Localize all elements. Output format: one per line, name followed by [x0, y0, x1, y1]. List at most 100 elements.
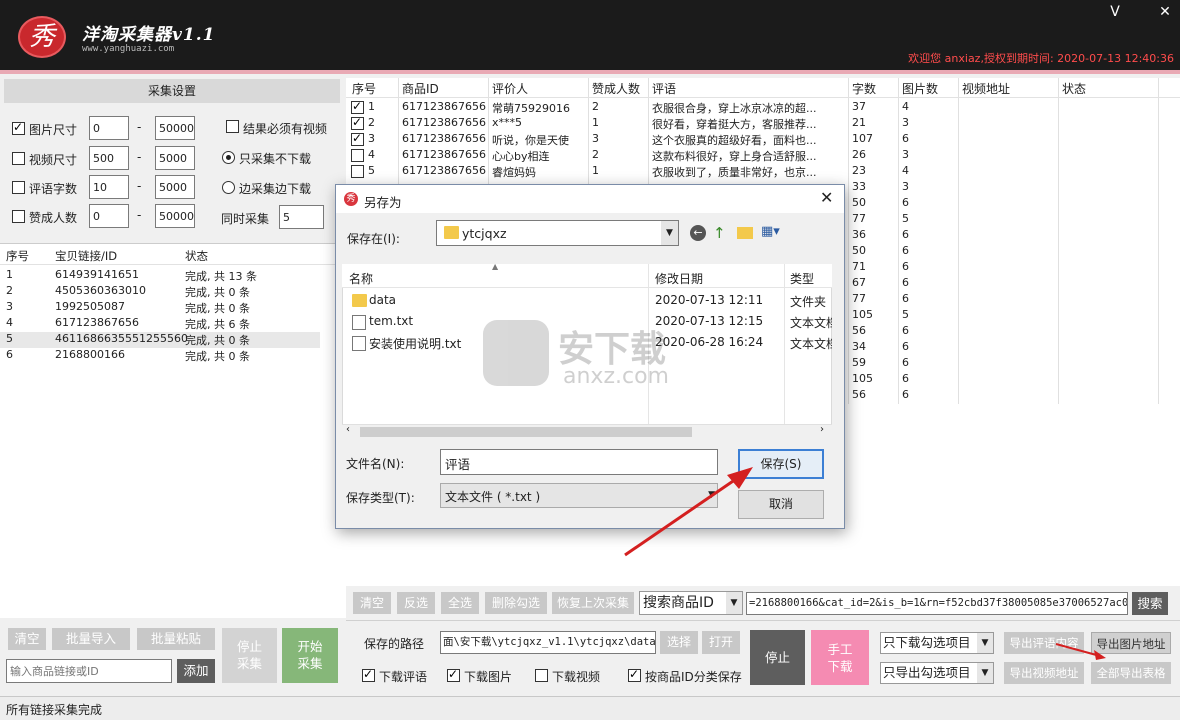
search-input[interactable]: =2168800166&cat_id=2&is_b=1&rn=f52cbd37f…	[746, 592, 1128, 615]
table-header-cell[interactable]: 评语	[652, 80, 676, 97]
setting-checkbox[interactable]	[12, 120, 25, 138]
must-video-label: 结果必须有视频	[243, 122, 328, 136]
stop-collect-button[interactable]: 停止 采集	[222, 628, 277, 683]
export-all-button[interactable]: 全部导出表格	[1091, 662, 1171, 684]
setting-min-input[interactable]: 500	[89, 146, 129, 170]
setting-min-input[interactable]: 10	[89, 175, 129, 199]
table-header-cell[interactable]: 视频地址	[962, 80, 1010, 97]
minimize-button[interactable]: V	[1104, 4, 1126, 20]
collect-download-radio[interactable]	[222, 181, 235, 197]
back-icon[interactable]: ←	[690, 225, 706, 241]
must-video-checkbox[interactable]	[226, 120, 239, 136]
choose-path-button[interactable]: 选择	[660, 631, 698, 654]
row-checkbox-box[interactable]	[351, 115, 364, 130]
restore-button[interactable]: 恢复上次采集	[552, 592, 634, 614]
range-dash: -	[137, 179, 142, 193]
list-item-link[interactable]: 4611686635551255560	[55, 332, 188, 348]
manual-download-button[interactable]: 手工 下载	[811, 630, 869, 685]
dl-comments-checkbox[interactable]	[362, 667, 375, 685]
search-mode-select[interactable]: 搜索商品ID ▼	[639, 591, 743, 615]
list-item-link[interactable]: 4505360363010	[55, 284, 146, 300]
open-path-button[interactable]: 打开	[702, 631, 740, 654]
list-item-index: 3	[6, 300, 13, 313]
row-checkbox-box[interactable]	[351, 99, 364, 114]
add-button[interactable]: 添加	[177, 659, 215, 683]
list-item-link[interactable]: 617123867656	[55, 316, 139, 332]
scrollbar-thumb[interactable]	[360, 427, 692, 437]
setting-checkbox-box[interactable]	[12, 210, 25, 223]
setting-max-input[interactable]: 50000	[155, 204, 195, 228]
table-header-cell[interactable]: 状态	[1062, 80, 1086, 97]
scroll-left-icon[interactable]: ‹	[346, 424, 350, 435]
scroll-right-icon[interactable]: ›	[820, 424, 824, 435]
table-clear-button[interactable]: 清空	[353, 592, 391, 614]
close-button[interactable]: ✕	[1154, 4, 1176, 20]
clear-list-button[interactable]: 清空	[8, 628, 46, 650]
setting-max-input[interactable]: 5000	[155, 175, 195, 199]
text-file-icon	[352, 315, 366, 330]
table-header-cell[interactable]: 评价人	[492, 80, 528, 97]
new-folder-icon[interactable]	[737, 227, 753, 239]
link-input[interactable]	[6, 659, 172, 683]
row-checkbox[interactable]	[351, 131, 364, 149]
setting-checkbox-box[interactable]	[12, 152, 25, 165]
row-checkbox[interactable]	[351, 149, 364, 165]
delete-checked-button[interactable]: 删除勾选	[485, 592, 547, 614]
table-cell-comment: 很好看，穿着挺大方，客服推荐...	[652, 118, 817, 131]
setting-max-input[interactable]: 50000	[155, 116, 195, 140]
batch-import-button[interactable]: 批量导入	[52, 628, 130, 650]
setting-checkbox-box[interactable]	[12, 120, 25, 135]
chevron-down-icon[interactable]: ▼	[661, 221, 678, 245]
table-header-cell[interactable]: 图片数	[902, 80, 938, 97]
watermark-en: anxz.com	[563, 364, 669, 389]
col-type-header[interactable]: 类型	[790, 270, 814, 287]
setting-checkbox[interactable]	[12, 152, 25, 168]
batch-paste-button[interactable]: 批量粘贴	[137, 628, 215, 650]
col-date-header[interactable]: 修改日期	[655, 270, 703, 287]
setting-min-input[interactable]: 0	[89, 116, 129, 140]
list-item-index: 1	[6, 268, 13, 281]
select-all-button[interactable]: 全选	[441, 592, 479, 614]
up-folder-icon[interactable]: ↑	[713, 224, 726, 242]
app-title: 洋淘采集器v1.1	[82, 25, 216, 45]
dl-videos-checkbox[interactable]	[535, 669, 548, 685]
save-path-input[interactable]: 面\安下载\ytcjqxz_v1.1\ytcjqxz\data	[440, 631, 656, 654]
setting-max-input[interactable]: 5000	[155, 146, 195, 170]
list-item-link[interactable]: 1992505087	[55, 300, 125, 316]
list-item-link[interactable]: 614939141651	[55, 268, 139, 284]
search-button[interactable]: 搜索	[1132, 592, 1168, 615]
stop-download-button[interactable]: 停止	[750, 630, 805, 685]
start-collect-button[interactable]: 开始 采集	[282, 628, 338, 683]
export-videos-button[interactable]: 导出视频地址	[1004, 662, 1084, 684]
table-header-cell[interactable]: 商品ID	[402, 80, 439, 97]
by-id-checkbox[interactable]	[628, 667, 641, 685]
row-checkbox-box[interactable]	[351, 165, 364, 178]
setting-checkbox[interactable]	[12, 181, 25, 197]
view-menu-icon[interactable]: ▦▾	[761, 224, 780, 239]
dialog-close-icon[interactable]: ✕	[820, 188, 833, 207]
file-name[interactable]: 安装使用说明.txt	[369, 335, 461, 352]
table-header-cell[interactable]: 序号	[352, 80, 376, 97]
row-checkbox-box[interactable]	[351, 131, 364, 146]
list-item-link[interactable]: 2168800166	[55, 348, 125, 364]
row-checkbox[interactable]	[351, 165, 364, 181]
invert-button[interactable]: 反选	[397, 592, 435, 614]
setting-checkbox[interactable]	[12, 210, 25, 226]
concurrent-input[interactable]: 5	[279, 205, 324, 229]
file-name[interactable]: tem.txt	[369, 314, 413, 328]
must-video-box[interactable]	[226, 120, 239, 133]
export-select[interactable]: 只导出勾选项目 ▼	[880, 662, 994, 684]
filetype-label: 保存类型(T):	[346, 491, 415, 505]
table-header-cell[interactable]: 赞成人数	[592, 80, 640, 97]
row-checkbox-box[interactable]	[351, 149, 364, 162]
file-name[interactable]: data	[369, 293, 396, 307]
download-select[interactable]: 只下载勾选项目 ▼	[880, 632, 994, 654]
table-cell-id: 617123867656	[402, 164, 486, 177]
table-header-cell[interactable]: 字数	[852, 80, 876, 97]
concurrent-label: 同时采集	[221, 212, 270, 226]
only-collect-radio[interactable]	[222, 151, 235, 167]
dl-images-checkbox[interactable]	[447, 667, 460, 685]
setting-min-input[interactable]: 0	[89, 204, 129, 228]
col-name-header[interactable]: 名称	[349, 270, 373, 287]
setting-checkbox-box[interactable]	[12, 181, 25, 194]
